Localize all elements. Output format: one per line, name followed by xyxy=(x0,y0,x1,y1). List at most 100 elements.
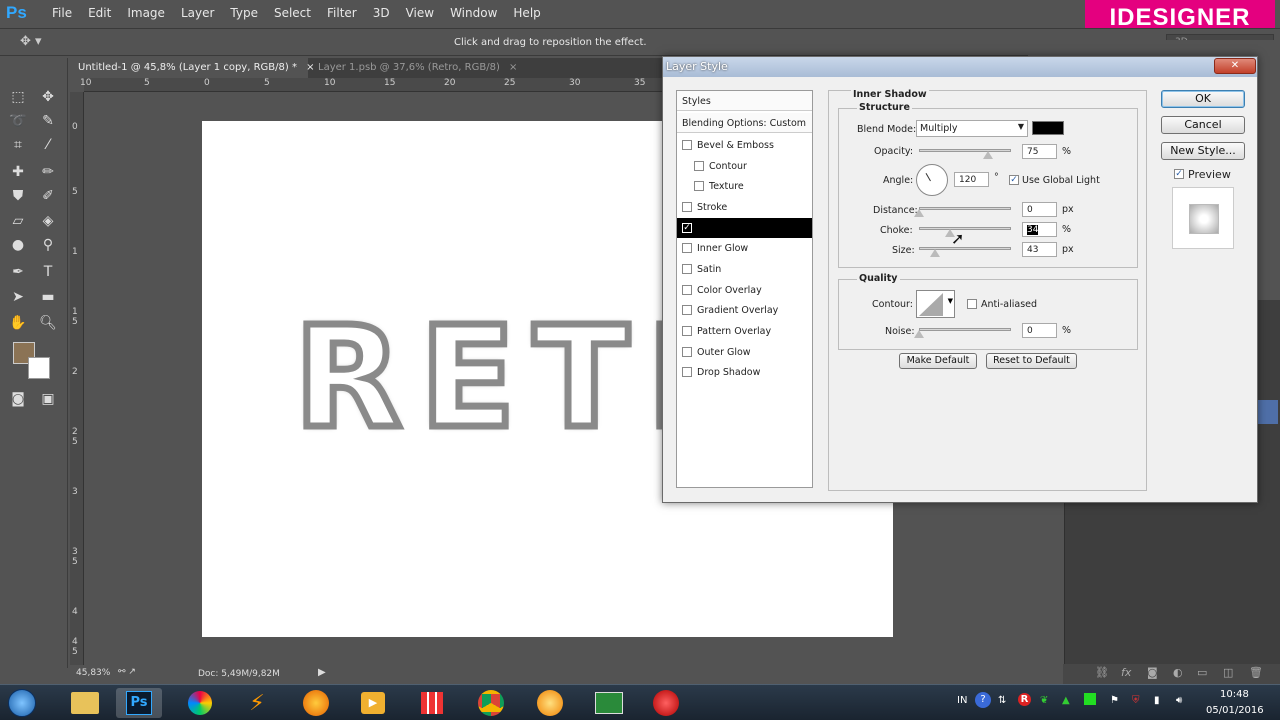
tray-r-icon[interactable]: R xyxy=(1018,693,1031,706)
status-icons[interactable]: ⚯ ↗ xyxy=(118,667,136,677)
recorder-icon[interactable] xyxy=(643,688,689,718)
menu-3d[interactable]: 3D xyxy=(365,6,398,20)
style-item-drop-shadow[interactable]: Drop Shadow xyxy=(677,362,812,382)
menu-edit[interactable]: Edit xyxy=(80,6,119,20)
menu-filter[interactable]: Filter xyxy=(319,6,365,20)
opacity-slider-thumb[interactable] xyxy=(983,151,993,159)
menu-select[interactable]: Select xyxy=(266,6,319,20)
apps-grid-icon[interactable] xyxy=(409,688,455,718)
style-checkbox[interactable] xyxy=(682,264,692,274)
choke-input[interactable]: 34 xyxy=(1022,222,1057,237)
media-app-icon[interactable] xyxy=(177,688,223,718)
style-item-outer-glow[interactable]: Outer Glow xyxy=(677,342,812,362)
menu-image[interactable]: Image xyxy=(119,6,173,20)
style-checkbox[interactable] xyxy=(682,305,692,315)
screen-mode-icon[interactable]: ▣ xyxy=(37,388,59,410)
paint-bucket-icon[interactable]: ◈ xyxy=(37,210,59,232)
style-checkbox[interactable] xyxy=(694,161,704,171)
winamp-icon[interactable]: ⚡ xyxy=(234,688,280,718)
style-checkbox[interactable] xyxy=(682,367,692,377)
style-checkbox[interactable] xyxy=(682,326,692,336)
distance-slider-thumb[interactable] xyxy=(914,209,924,217)
selected-layer-indicator[interactable] xyxy=(1256,400,1278,424)
style-checkbox[interactable] xyxy=(682,285,692,295)
terminal-icon[interactable] xyxy=(586,688,632,718)
opacity-slider[interactable] xyxy=(919,149,1011,152)
ok-button[interactable]: OK xyxy=(1161,90,1245,108)
style-item-color-overlay[interactable]: Color Overlay xyxy=(677,280,812,300)
choke-slider[interactable] xyxy=(919,227,1011,230)
style-checkbox[interactable] xyxy=(694,181,704,191)
clock-date[interactable]: 05/01/2016 xyxy=(1206,705,1264,716)
path-select-icon[interactable]: ➤ xyxy=(7,286,29,308)
eraser-tool-icon[interactable]: ▱ xyxy=(7,210,29,232)
style-item-contour[interactable]: Contour xyxy=(677,156,812,176)
new-layer-icon[interactable]: ◫ xyxy=(1223,666,1233,679)
zoom-level[interactable]: 45,83% xyxy=(76,668,110,678)
firefox-icon[interactable] xyxy=(293,688,339,718)
menu-help[interactable]: Help xyxy=(505,6,548,20)
rectangle-tool-icon[interactable]: ▬ xyxy=(37,286,59,308)
blending-options-item[interactable]: Blending Options: Custom xyxy=(677,113,812,133)
style-item-inner-shadow-selected[interactable]: ✓ xyxy=(677,218,812,238)
style-item-satin[interactable]: Satin xyxy=(677,259,812,279)
chrome-icon[interactable] xyxy=(468,688,514,718)
menu-view[interactable]: View xyxy=(398,6,442,20)
blend-mode-select[interactable]: Multiply ▼ xyxy=(916,120,1028,137)
move-tool-icon[interactable]: ✥ ▾ xyxy=(20,34,42,49)
tab-layer-1-psb[interactable]: Layer 1.psb @ 37,6% (Retro, RGB/8) × xyxy=(310,58,517,78)
style-checkbox[interactable] xyxy=(682,140,692,150)
menu-file[interactable]: File xyxy=(44,6,80,20)
style-item-gradient-overlay[interactable]: Gradient Overlay xyxy=(677,300,812,320)
new-style-button[interactable]: New Style... xyxy=(1161,142,1245,160)
explorer-icon[interactable] xyxy=(62,688,108,718)
tray-green-square-icon[interactable] xyxy=(1084,693,1096,705)
menu-type[interactable]: Type xyxy=(222,6,266,20)
menu-layer[interactable]: Layer xyxy=(173,6,222,20)
clock-time[interactable]: 10:48 xyxy=(1220,689,1249,700)
style-item-pattern-overlay[interactable]: Pattern Overlay xyxy=(677,321,812,341)
angle-input[interactable]: 120 xyxy=(954,172,989,187)
style-checkbox[interactable] xyxy=(682,243,692,253)
healing-tool-icon[interactable]: ✚ xyxy=(7,161,29,183)
noise-input[interactable]: 0 xyxy=(1022,323,1057,338)
background-color-swatch[interactable] xyxy=(28,357,50,379)
tray-triangle-icon[interactable]: ▲ xyxy=(1062,695,1070,706)
stamp-tool-icon[interactable]: ⛊ xyxy=(7,185,29,207)
style-checkbox-checked[interactable]: ✓ xyxy=(682,223,692,233)
tray-arrows-icon[interactable]: ⇅ xyxy=(998,695,1006,706)
crop-tool-icon[interactable]: ⌗ xyxy=(7,134,29,156)
make-default-button[interactable]: Make Default xyxy=(899,353,977,369)
tray-leaf-icon[interactable]: ❦ xyxy=(1040,695,1048,706)
hand-tool-icon[interactable]: ✋ xyxy=(7,312,29,334)
tab-untitled-1[interactable]: Untitled-1 @ 45,8% (Layer 1 copy, RGB/8)… xyxy=(70,58,315,78)
shadow-color-swatch[interactable] xyxy=(1032,121,1064,135)
dodge-tool-icon[interactable]: ⚲ xyxy=(37,234,59,256)
media-player-icon[interactable]: ▶ xyxy=(350,688,396,718)
preview-checkbox[interactable]: ✓ xyxy=(1174,169,1184,179)
tab-close-icon[interactable]: × xyxy=(509,62,517,73)
network-icon[interactable]: ▮ xyxy=(1154,695,1160,706)
menu-window[interactable]: Window xyxy=(442,6,505,20)
adjustment-layer-icon[interactable]: ◐ xyxy=(1173,666,1183,679)
volume-icon[interactable]: 🔊︎ xyxy=(1176,695,1182,706)
quick-mask-icon[interactable]: ◙ xyxy=(7,388,29,410)
start-button-icon[interactable] xyxy=(2,688,42,718)
noise-slider-thumb[interactable] xyxy=(914,330,924,338)
cancel-button[interactable]: Cancel xyxy=(1161,116,1245,134)
link-layers-icon[interactable]: ⛓ xyxy=(1095,666,1109,679)
brush-tool-icon[interactable]: ✏ xyxy=(37,161,59,183)
history-brush-icon[interactable]: ✐ xyxy=(37,185,59,207)
type-tool-icon[interactable]: T xyxy=(37,261,59,283)
blur-tool-icon[interactable]: ● xyxy=(7,234,29,256)
style-checkbox[interactable] xyxy=(682,202,692,212)
add-mask-icon[interactable]: ◙ xyxy=(1147,666,1158,679)
angle-dial[interactable] xyxy=(916,164,948,196)
eyedropper-tool-icon[interactable]: ⁄ xyxy=(37,134,59,156)
tray-antivirus-icon[interactable]: ⛨ xyxy=(1132,695,1140,706)
reset-to-default-button[interactable]: Reset to Default xyxy=(986,353,1077,369)
status-menu-arrow-icon[interactable]: ▶ xyxy=(318,667,326,678)
opacity-input[interactable]: 75 xyxy=(1022,144,1057,159)
style-item-texture[interactable]: Texture xyxy=(677,176,812,196)
help-tray-icon[interactable]: ? xyxy=(975,692,991,708)
